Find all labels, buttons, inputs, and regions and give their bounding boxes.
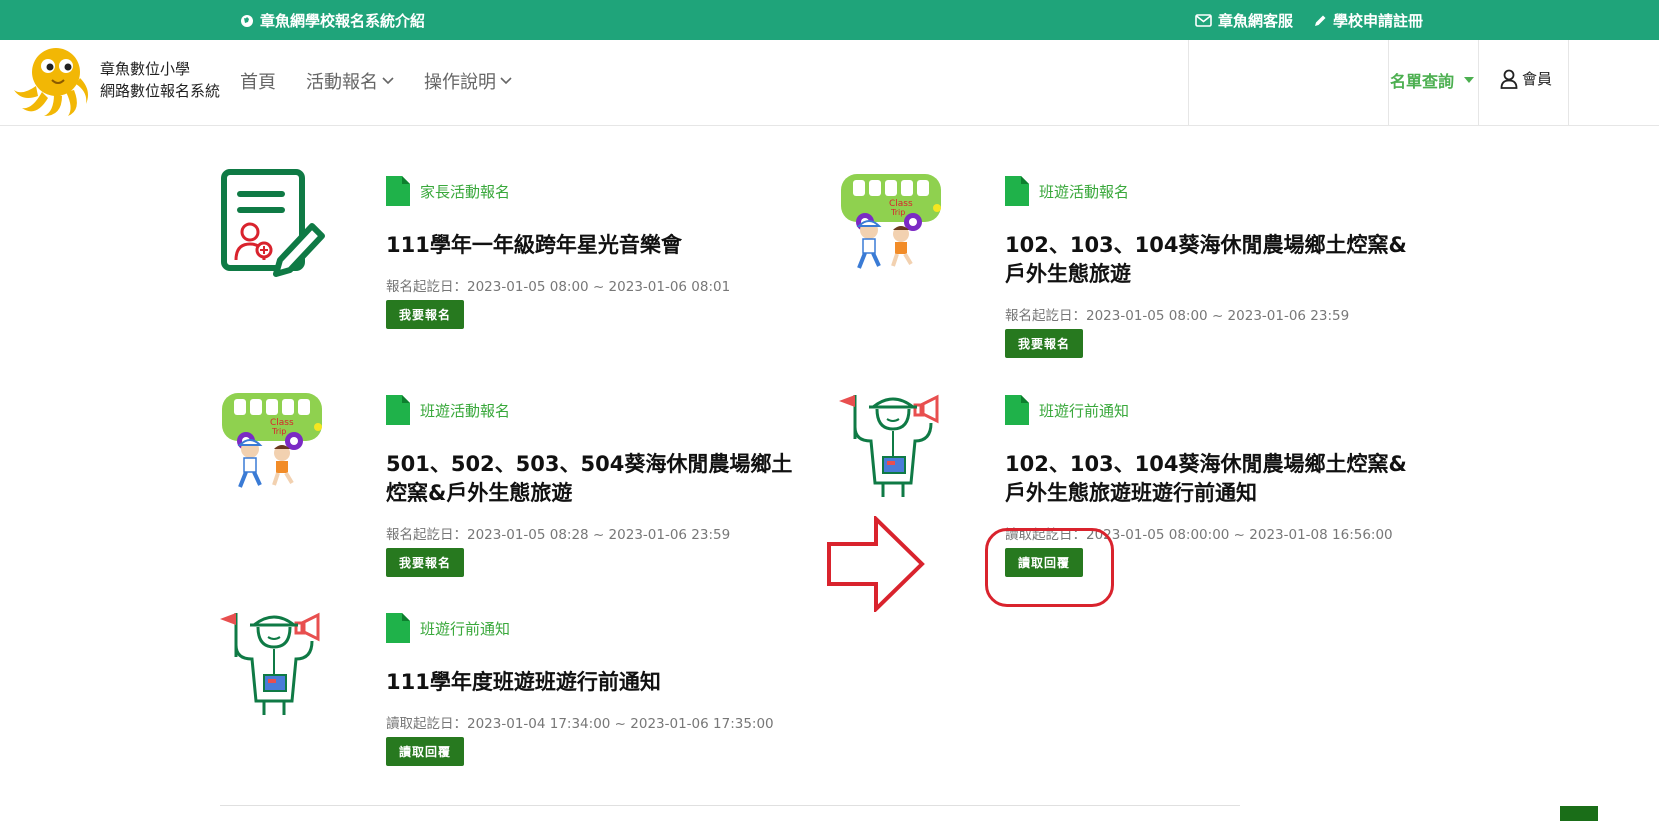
nav-home-label: 首頁 [240, 72, 276, 93]
header-divider [1478, 40, 1479, 126]
nav-home[interactable]: 首頁 [240, 68, 276, 94]
signup-button[interactable]: 我要報名 [1005, 329, 1083, 358]
card-category-label: 班遊活動報名 [1039, 182, 1130, 201]
school-register-link[interactable]: 學校申請註冊 [1313, 10, 1423, 31]
card-title[interactable]: 111學年一年級跨年星光音樂會 [386, 231, 806, 260]
card-category: 班遊行前通知 [1005, 395, 1129, 425]
card-title[interactable]: 102、103、104葵海休閒農場鄉土焢窯&戶外生態旅遊 [1005, 231, 1425, 289]
notice-card: 班遊行前通知 111學年度班遊班遊行前通知 讀取起訖日：2023-01-04 1… [220, 605, 820, 775]
chevron-down-icon [382, 77, 394, 85]
card-date-range: 讀取起訖日：2023-01-04 17:34:00 ~ 2023-01-06 1… [386, 716, 774, 732]
class-trip-bus-icon [839, 168, 949, 278]
school-register-label: 學校申請註冊 [1333, 12, 1424, 30]
brand-line-1: 章魚數位小學 [100, 60, 191, 78]
card-title[interactable]: 102、103、104葵海休閒農場鄉土焢窯&戶外生態旅遊班遊行前通知 [1005, 450, 1425, 508]
nav-activity-signup-label: 活動報名 [306, 72, 378, 93]
activity-card: 家長活動報名 111學年一年級跨年星光音樂會 報名起訖日：2023-01-05 … [220, 168, 820, 338]
nav-instructions[interactable]: 操作說明 [424, 68, 512, 94]
card-category: 班遊行前通知 [386, 613, 510, 643]
red-circle-annotation [985, 528, 1114, 607]
tour-guide-icon [220, 605, 330, 715]
card-title[interactable]: 111學年度班遊班遊行前通知 [386, 668, 806, 697]
caret-down-icon [1464, 77, 1475, 83]
card-category-label: 班遊行前通知 [420, 619, 511, 638]
pencil-icon [1315, 15, 1326, 26]
read-reply-button[interactable]: 讀取回覆 [386, 737, 464, 766]
card-category: 家長活動報名 [386, 176, 510, 206]
signup-button[interactable]: 我要報名 [386, 300, 464, 329]
document-icon [386, 613, 410, 643]
site-header: 章魚數位小學 網路數位報名系統 首頁 活動報名 操作說明 名單查詢 會員 [0, 40, 1659, 126]
list-query-dropdown[interactable]: 名單查詢 [1390, 68, 1475, 92]
system-intro-link[interactable]: 章魚網學校報名系統介紹 [240, 10, 425, 31]
nav-instructions-label: 操作說明 [424, 72, 496, 93]
envelope-icon [1195, 14, 1212, 27]
card-category: 班遊活動報名 [386, 395, 510, 425]
member-link[interactable]: 會員 [1500, 68, 1552, 89]
top-bar: 章魚網學校報名系統介紹 章魚網客服 學校申請註冊 [0, 0, 1659, 40]
card-date-range: 報名起訖日：2023-01-05 08:00 ~ 2023-01-06 23:5… [1005, 308, 1350, 324]
card-title[interactable]: 501、502、503、504葵海休閒農場鄉土焢窯&戶外生態旅遊 [386, 450, 806, 508]
brand-line-2: 網路數位報名系統 [100, 82, 221, 100]
red-arrow-annotation [827, 516, 925, 612]
card-date-range: 報名起訖日：2023-01-05 08:28 ~ 2023-01-06 23:5… [386, 527, 731, 543]
brand-name: 章魚數位小學 網路數位報名系統 [100, 58, 220, 102]
document-icon [1005, 176, 1029, 206]
system-intro-label: 章魚網學校報名系統介紹 [260, 12, 426, 30]
user-icon [1500, 69, 1518, 89]
document-icon [386, 395, 410, 425]
globe-icon [241, 14, 253, 27]
signup-button[interactable]: 我要報名 [386, 548, 464, 577]
card-category: 班遊活動報名 [1005, 176, 1129, 206]
list-query-label: 名單查詢 [1390, 72, 1455, 91]
activity-card: 班遊活動報名 102、103、104葵海休閒農場鄉土焢窯&戶外生態旅遊 報名起訖… [839, 168, 1439, 368]
notice-card: 班遊行前通知 102、103、104葵海休閒農場鄉土焢窯&戶外生態旅遊班遊行前通… [839, 387, 1439, 587]
document-icon [1005, 395, 1029, 425]
customer-service-label: 章魚網客服 [1218, 12, 1294, 30]
back-to-top-button[interactable] [1560, 806, 1598, 821]
footer-divider [220, 805, 1240, 806]
customer-service-link[interactable]: 章魚網客服 [1195, 10, 1293, 31]
form-user-icon [220, 168, 330, 278]
document-icon [386, 176, 410, 206]
card-category-label: 班遊行前通知 [1039, 401, 1130, 420]
header-divider [1188, 40, 1189, 126]
class-trip-bus-icon [220, 387, 330, 497]
card-category-label: 班遊活動報名 [420, 401, 511, 420]
card-category-label: 家長活動報名 [420, 182, 511, 201]
card-date-range: 報名起訖日：2023-01-05 08:00 ~ 2023-01-06 08:0… [386, 279, 731, 295]
tour-guide-icon [839, 387, 949, 497]
header-divider [1388, 40, 1389, 126]
main-nav: 首頁 活動報名 操作說明 [240, 68, 512, 94]
header-divider [1568, 40, 1569, 126]
activity-card: 班遊活動報名 501、502、503、504葵海休閒農場鄉土焢窯&戶外生態旅遊 … [220, 387, 820, 587]
octopus-logo[interactable] [12, 46, 88, 118]
member-label: 會員 [1522, 70, 1553, 88]
nav-activity-signup[interactable]: 活動報名 [306, 68, 394, 94]
chevron-down-icon [500, 77, 512, 85]
